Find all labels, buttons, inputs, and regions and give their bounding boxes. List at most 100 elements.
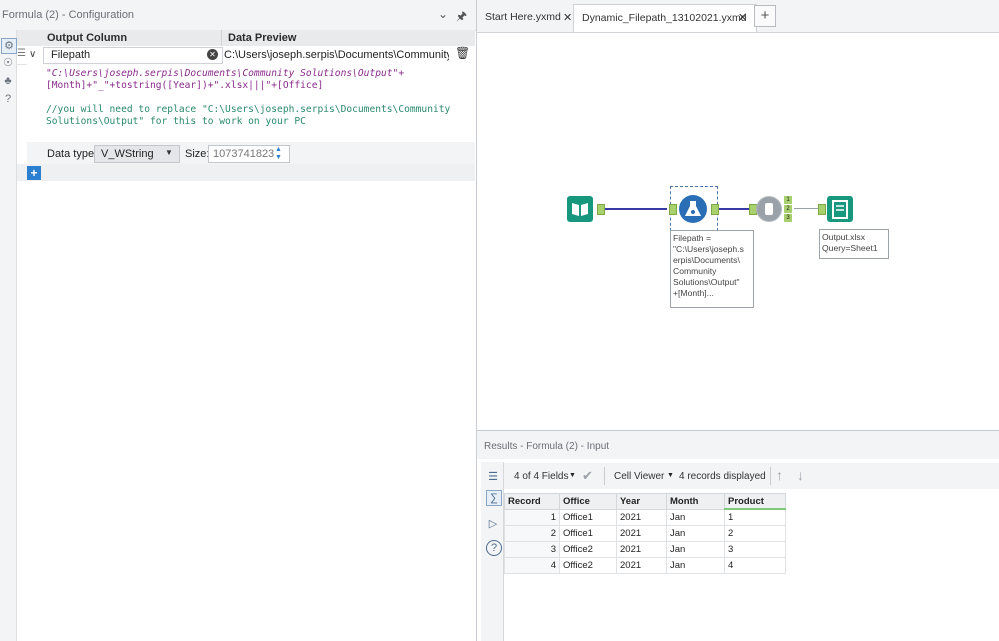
- arrow-up-icon[interactable]: ↑: [776, 467, 783, 483]
- input-tool[interactable]: [567, 196, 593, 222]
- dropdown-arrow-icon[interactable]: ▼: [667, 472, 674, 479]
- formula-tool[interactable]: [679, 195, 707, 223]
- annotation-line: Filepath =: [673, 233, 711, 243]
- tab-start-here[interactable]: Start Here.yxmd: [477, 4, 577, 31]
- cell-month[interactable]: Jan: [666, 508, 725, 526]
- cell-product[interactable]: 2: [724, 525, 786, 542]
- size-label: Size:: [185, 148, 210, 160]
- output-anchor[interactable]: [597, 204, 605, 215]
- close-icon[interactable]: ✕: [738, 11, 747, 24]
- cell-product[interactable]: 1: [724, 508, 786, 526]
- connector-line[interactable]: [794, 208, 820, 209]
- datatype-value: V_WString: [101, 148, 154, 160]
- input-anchor[interactable]: [818, 204, 826, 215]
- cell-record[interactable]: 3: [504, 541, 560, 558]
- output-column-value: Filepath: [51, 49, 91, 61]
- cell-year[interactable]: 2021: [616, 541, 667, 558]
- tag-icon[interactable]: ♣: [1, 74, 15, 88]
- table-row[interactable]: 1 Office1 2021 Jan 1: [504, 508, 786, 526]
- results-table: Record Office Year Month Product 1 Offic…: [504, 493, 786, 574]
- fields-dropdown[interactable]: 4 of 4 Fields: [514, 471, 568, 482]
- expression-editor[interactable]: "C:\Users\joseph.serpis\Documents\Commun…: [27, 64, 475, 142]
- gear-icon[interactable]: ⚙: [1, 38, 17, 54]
- cell-viewer-dropdown[interactable]: Cell Viewer: [614, 471, 664, 482]
- book-icon: [572, 203, 588, 216]
- tag-icon[interactable]: ▷: [486, 517, 500, 531]
- drag-handle-icon[interactable]: ☰: [17, 48, 26, 59]
- close-icon[interactable]: ✕: [563, 11, 572, 24]
- header-year[interactable]: Year: [616, 493, 667, 510]
- config-side-rail: ⚙ ☉ ♣ ?: [0, 30, 17, 641]
- datatype-label: Data type:: [47, 148, 98, 160]
- data-preview-value: C:\Users\joseph.serpis\Documents\Communi…: [224, 49, 449, 61]
- browse-tool[interactable]: [756, 196, 782, 222]
- header-office[interactable]: Office: [559, 493, 617, 510]
- clear-icon[interactable]: ✕: [207, 49, 218, 60]
- cell-record[interactable]: 4: [504, 557, 560, 574]
- cell-record[interactable]: 2: [504, 525, 560, 542]
- expression-line: [Month]+"_"+tostring([Year])+".xlsx|||"+…: [46, 80, 324, 91]
- data-preview-header: Data Preview: [228, 32, 297, 44]
- input-anchor[interactable]: [669, 204, 677, 215]
- cell-month[interactable]: Jan: [666, 525, 725, 542]
- output-annotation: Output.xlsx Query=Sheet1: [819, 229, 889, 259]
- anchor-badge[interactable]: 1: [784, 196, 792, 204]
- output-tool[interactable]: [827, 196, 853, 222]
- output-column-field[interactable]: Filepath ✕: [43, 47, 223, 64]
- cell-office[interactable]: Office1: [559, 508, 617, 526]
- cell-product[interactable]: 4: [724, 557, 786, 574]
- help-icon[interactable]: ?: [1, 92, 15, 106]
- datatype-row: Data type: V_WString ▼ Size: 1073741823 …: [27, 142, 475, 164]
- configuration-panel: Formula (2) - Configuration ⌄ 🖈 ⚙ ☉ ♣ ? …: [0, 0, 477, 641]
- collapse-chevron-icon[interactable]: ∨: [29, 49, 36, 60]
- results-toolbar: 4 of 4 Fields ▼ ✔ Cell Viewer ▼ 4 record…: [504, 463, 999, 489]
- annotation-line: Query=Sheet1: [822, 243, 878, 253]
- cell-year[interactable]: 2021: [616, 508, 667, 526]
- formula-row[interactable]: ☰ ∨ Filepath ✕ C:\Users\joseph.serpis\Do…: [17, 46, 475, 65]
- cell-office[interactable]: Office2: [559, 541, 617, 558]
- connector-line[interactable]: [719, 208, 751, 210]
- cell-year[interactable]: 2021: [616, 525, 667, 542]
- metadata-icon[interactable]: ☰: [486, 470, 500, 484]
- table-row[interactable]: 4 Office2 2021 Jan 4: [504, 557, 786, 574]
- anchor-badge[interactable]: 2: [784, 205, 792, 213]
- trash-icon[interactable]: 🗑: [455, 46, 470, 60]
- output-anchor[interactable]: [711, 204, 719, 215]
- flask-icon: [685, 201, 701, 216]
- anchor-badge[interactable]: 3: [784, 214, 792, 222]
- new-tab-button[interactable]: +: [754, 5, 776, 27]
- cell-month[interactable]: Jan: [666, 557, 725, 574]
- size-input[interactable]: 1073741823 ▲ ▼: [208, 145, 290, 163]
- datatype-select[interactable]: V_WString ▼: [94, 145, 180, 163]
- connector-line[interactable]: [605, 208, 667, 210]
- pin-icon[interactable]: 🖈: [456, 7, 467, 28]
- header-product[interactable]: Product: [724, 493, 786, 510]
- cell-product[interactable]: 3: [724, 541, 786, 558]
- cell-year[interactable]: 2021: [616, 557, 667, 574]
- annotation-line: Output.xlsx: [822, 232, 865, 242]
- data-view-icon[interactable]: ∑: [486, 490, 502, 506]
- stepper-icon[interactable]: ▲ ▼: [275, 146, 282, 162]
- tab-dynamic-filepath[interactable]: Dynamic_Filepath_13102021.yxmd: [573, 4, 757, 32]
- table-row[interactable]: 3 Office2 2021 Jan 3: [504, 541, 786, 558]
- tab-label: Dynamic_Filepath_13102021.yxmd: [582, 12, 747, 24]
- checkmark-icon[interactable]: ✔: [582, 468, 593, 484]
- chevron-down-icon[interactable]: ⌄: [438, 7, 448, 21]
- results-side-rail: ☰ ∑ ▷ ?: [481, 462, 504, 641]
- table-row[interactable]: 2 Office1 2021 Jan 2: [504, 525, 786, 542]
- cell-month[interactable]: Jan: [666, 541, 725, 558]
- help-icon[interactable]: ?: [486, 540, 502, 556]
- header-month[interactable]: Month: [666, 493, 725, 510]
- dropdown-arrow-icon[interactable]: ▼: [569, 472, 576, 479]
- add-formula-button[interactable]: +: [27, 166, 41, 180]
- arrow-down-icon[interactable]: ↓: [797, 467, 804, 483]
- workflow-canvas[interactable]: 1 2 3 Filepath = "C:\Users\joseph.s erpi…: [477, 33, 999, 429]
- connection-icon[interactable]: ☉: [1, 56, 15, 70]
- cell-office[interactable]: Office2: [559, 557, 617, 574]
- annotation-line: "C:\Users\joseph.s: [673, 244, 744, 254]
- results-title-bar: Results - Formula (2) - Input: [477, 430, 999, 459]
- header-record[interactable]: Record: [504, 493, 560, 510]
- cell-record[interactable]: 1: [504, 508, 560, 526]
- records-displayed: 4 records displayed: [679, 471, 766, 482]
- cell-office[interactable]: Office1: [559, 525, 617, 542]
